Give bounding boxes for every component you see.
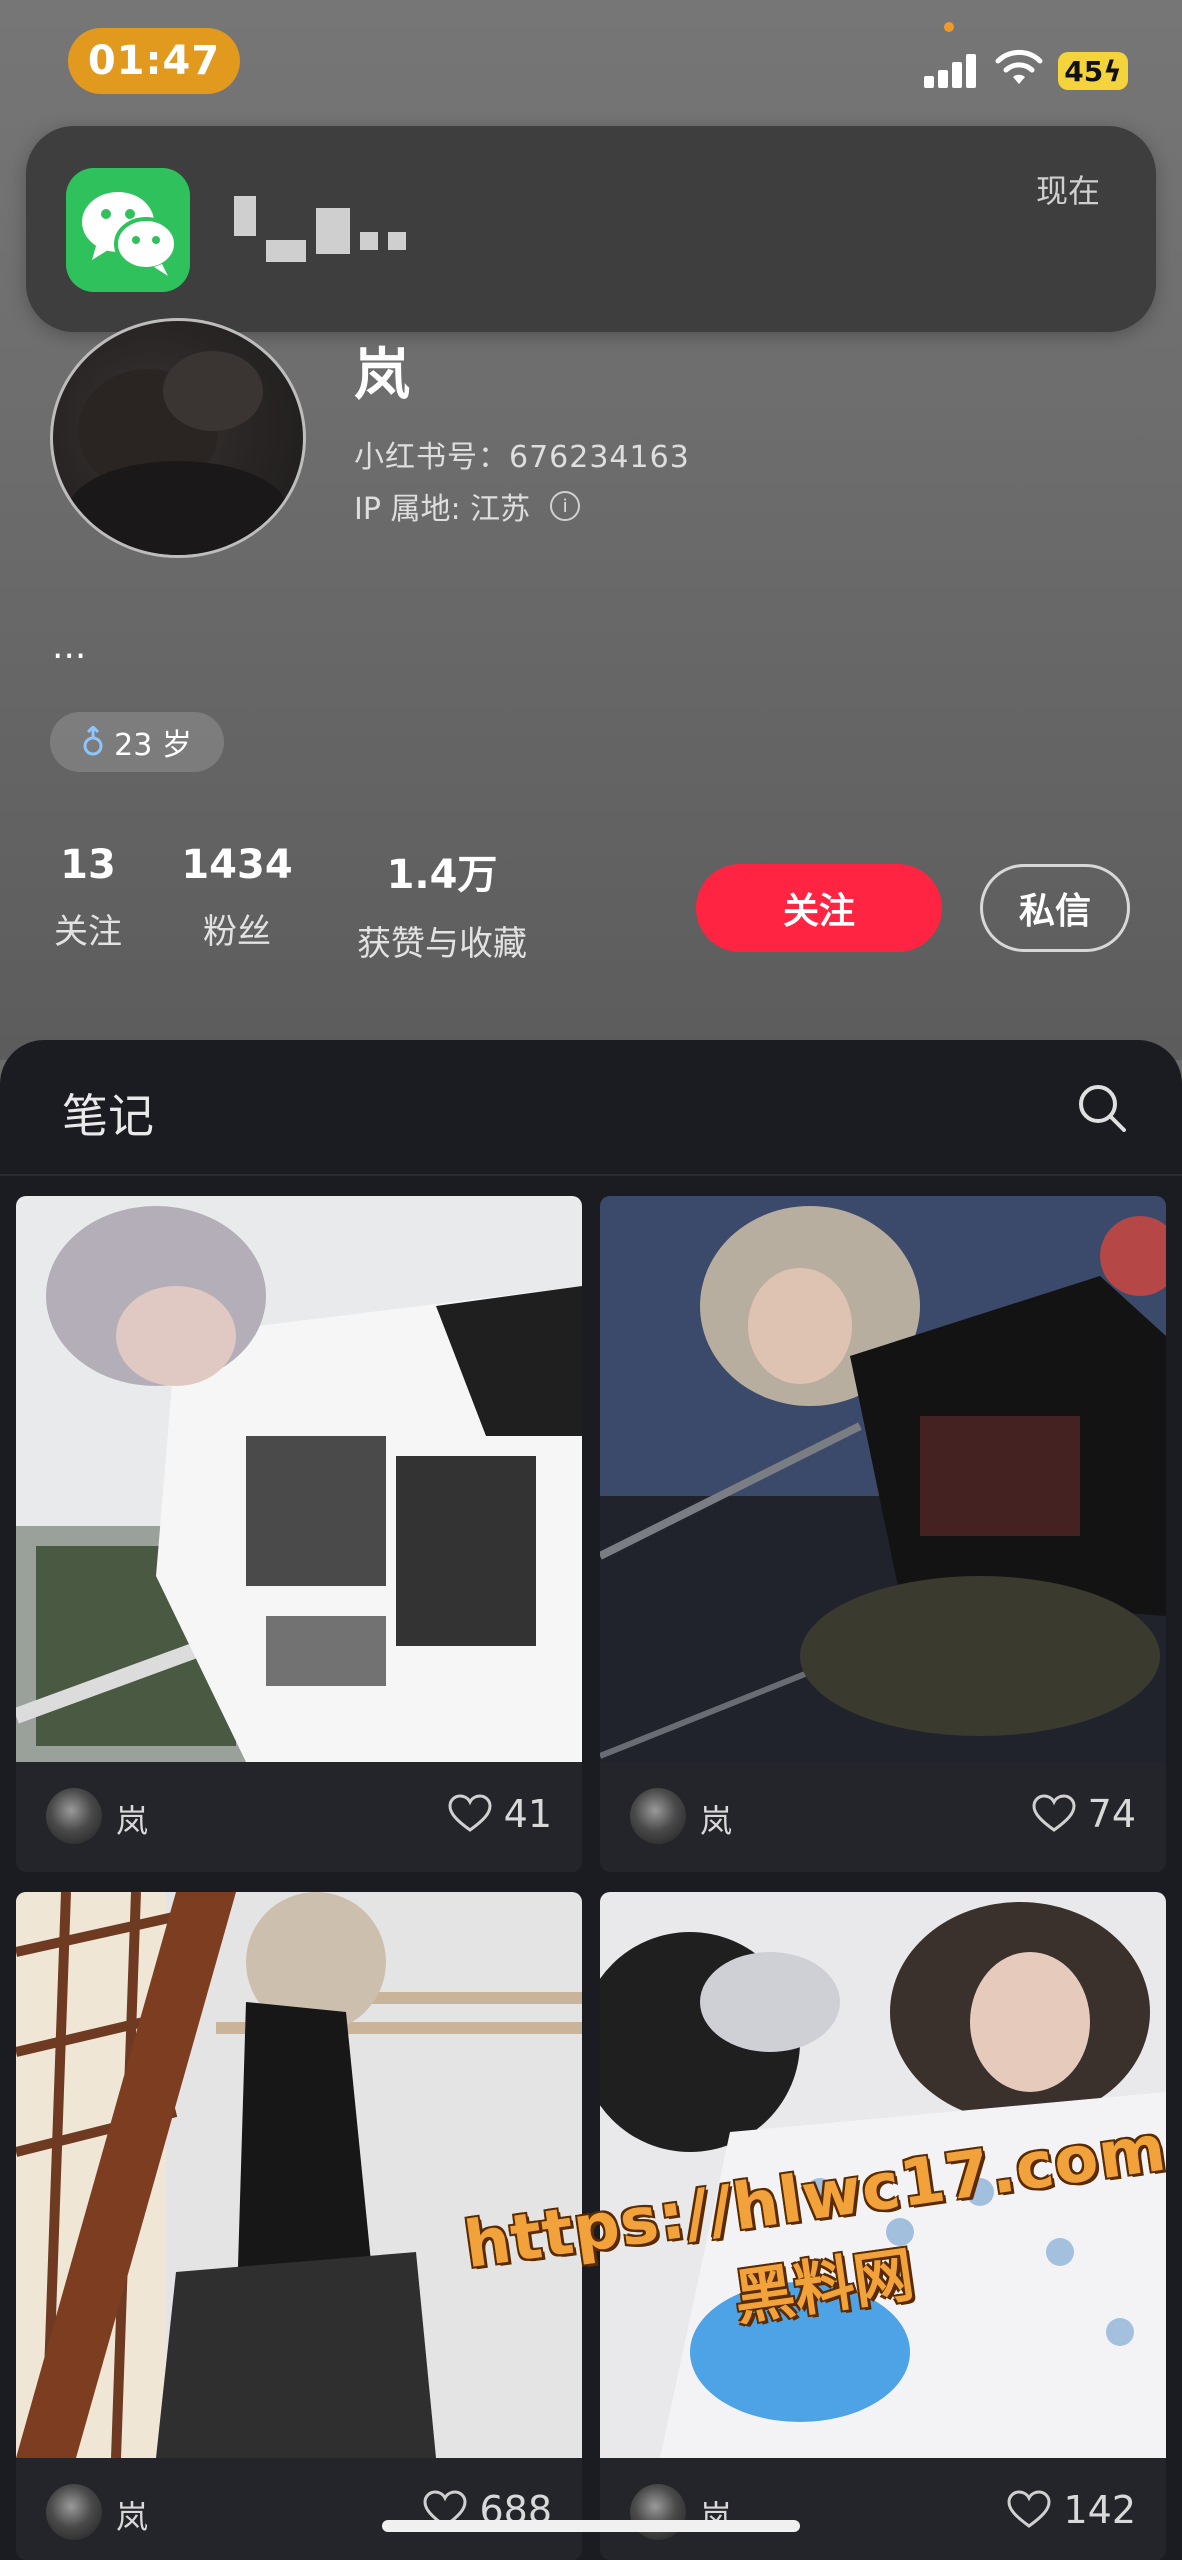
- like-count[interactable]: 142: [1007, 2488, 1136, 2532]
- charging-icon: ϟ: [1103, 54, 1122, 88]
- stat-followers[interactable]: 1434 粉丝: [170, 842, 304, 953]
- notification-time: 现在: [1035, 172, 1100, 210]
- profile-avatar[interactable]: [50, 318, 306, 558]
- wifi-icon: [995, 49, 1043, 84]
- stat-following-label: 关注: [54, 912, 122, 952]
- notification-sender-pixelated: [234, 186, 406, 276]
- age-label: 23 岁: [114, 728, 192, 763]
- note-meta: 岚 688: [16, 2458, 582, 2560]
- follow-button[interactable]: 关注: [696, 864, 942, 952]
- stat-following[interactable]: 13 关注: [46, 842, 130, 953]
- like-count[interactable]: 74: [1032, 1792, 1136, 1836]
- notification-banner[interactable]: 现在: [26, 126, 1156, 332]
- stat-likes-label: 获赞与收藏: [357, 924, 527, 964]
- note-image: [600, 1196, 1166, 1762]
- status-time: 01:47: [68, 28, 240, 94]
- battery-indicator: 45 ϟ: [1058, 52, 1128, 90]
- tab-notes[interactable]: 笔记: [62, 1080, 154, 1146]
- heart-icon: [1007, 2490, 1051, 2528]
- heart-icon: [448, 1794, 492, 1832]
- author-name[interactable]: 岚: [116, 2492, 148, 2538]
- message-button[interactable]: 私信: [980, 864, 1130, 952]
- age-tag: 23 岁: [50, 712, 224, 772]
- author-avatar: [46, 2484, 102, 2540]
- profile-bio: ...: [52, 626, 87, 667]
- cellular-signal-icon: [924, 52, 978, 88]
- stat-followers-label: 粉丝: [203, 912, 271, 952]
- like-count[interactable]: 41: [448, 1792, 552, 1836]
- privacy-indicator-dot: [944, 22, 954, 32]
- note-meta: 岚 41: [16, 1762, 582, 1872]
- stat-likes-value: 1.4万: [386, 852, 498, 898]
- home-indicator[interactable]: [382, 2520, 800, 2532]
- profile-id[interactable]: 小红书号：676234163: [354, 432, 690, 476]
- ip-location-label: IP 属地: 江苏: [354, 492, 531, 527]
- profile-name: 岚: [354, 343, 410, 408]
- stat-following-value: 13: [60, 842, 116, 888]
- author-avatar: [46, 1788, 102, 1844]
- panel-divider: [0, 1174, 1182, 1176]
- battery-level: 45: [1064, 54, 1104, 88]
- note-image: [16, 1892, 582, 2458]
- author-avatar: [630, 1788, 686, 1844]
- stat-followers-value: 1434: [181, 842, 293, 888]
- wechat-icon: [66, 168, 190, 292]
- search-icon[interactable]: [1076, 1082, 1128, 1134]
- author-name[interactable]: 岚: [700, 1796, 732, 1842]
- note-card[interactable]: 岚 41: [16, 1196, 582, 1872]
- note-image: [16, 1196, 582, 1762]
- author-name[interactable]: 岚: [116, 1796, 148, 1842]
- note-meta: 岚 74: [600, 1762, 1166, 1872]
- ip-location: IP 属地: 江苏 i: [354, 484, 581, 528]
- info-icon[interactable]: i: [550, 491, 581, 521]
- note-card[interactable]: 岚 74: [600, 1196, 1166, 1872]
- stat-likes[interactable]: 1.4万 获赞与收藏: [340, 842, 544, 965]
- note-meta: 岚 142: [600, 2458, 1166, 2560]
- like-count-value: 74: [1087, 1792, 1136, 1836]
- male-icon: [83, 726, 103, 756]
- like-count-value: 41: [503, 1792, 552, 1836]
- heart-icon: [1032, 1794, 1076, 1832]
- like-count-value: 142: [1063, 2488, 1136, 2532]
